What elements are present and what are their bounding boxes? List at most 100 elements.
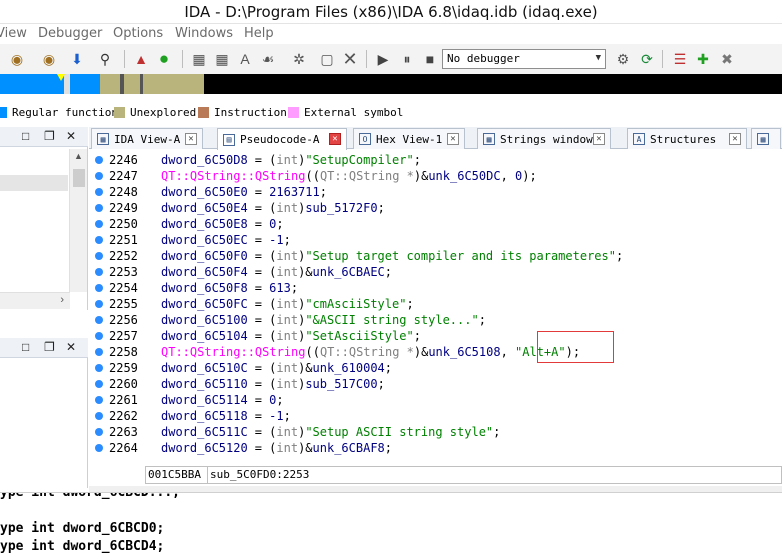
- tab-hex-view-1[interactable]: O Hex View-1 ✕: [353, 128, 465, 149]
- search-next-icon[interactable]: ◉: [40, 50, 58, 68]
- menu-debugger[interactable]: Debugger: [38, 26, 102, 41]
- line-marker-icon: [95, 316, 103, 324]
- code-text: dword_6C50D8 = (int)"SetupCompiler";: [161, 153, 421, 167]
- menu-view[interactable]: View: [0, 26, 27, 41]
- code-line[interactable]: 2253 dword_6C50F4 = (int)&unk_6CBAEC;: [89, 264, 782, 280]
- code-line[interactable]: 2263 dword_6C511C = (int)"Setup ASCII stri…: [89, 424, 782, 440]
- code-text: dword_6C50E4 = (int)sub_5172F0;: [161, 201, 385, 215]
- code-text: dword_6C50E0 = 2163711;: [161, 185, 327, 199]
- line-number: 2258: [109, 345, 138, 359]
- search-text-icon[interactable]: ⚲: [96, 50, 114, 68]
- edit-function-icon[interactable]: ▦: [213, 50, 231, 68]
- debugger-select[interactable]: No debugger ▼: [442, 49, 606, 69]
- line-number: 2263: [109, 425, 138, 439]
- code-text: dword_6C5114 = 0;: [161, 393, 284, 407]
- close-tab-icon[interactable]: ✕: [185, 133, 197, 145]
- chevron-down-icon: ▼: [595, 53, 601, 63]
- output-line: ype int dword_6CBCD4;: [0, 539, 165, 554]
- tab-structures[interactable]: A Structures ✕: [627, 128, 747, 149]
- tab-ida-view-a[interactable]: ▦ IDA View-A ✕: [91, 128, 203, 149]
- binoculars-icon[interactable]: ◉: [8, 50, 26, 68]
- code-line[interactable]: 2255 dword_6C50FC = (int)"cmAsciiStyle";: [89, 296, 782, 312]
- patch-icon[interactable]: ▢: [318, 50, 336, 68]
- close-tab-icon[interactable]: ✕: [447, 133, 459, 145]
- stop-icon[interactable]: ■: [421, 50, 439, 68]
- code-line[interactable]: 2256 dword_6C5100 = (int)"&ASCII string st…: [89, 312, 782, 328]
- line-marker-icon: [95, 444, 103, 452]
- restore-icon[interactable]: □: [22, 340, 29, 354]
- float-icon[interactable]: ❐: [44, 129, 55, 143]
- pseudocode-view[interactable]: 2246 dword_6C50D8 = (int)"SetupCompiler"; 2…: [89, 150, 782, 466]
- tab-pseudocode-a[interactable]: ▤ Pseudocode-A ✕: [217, 128, 347, 150]
- vertical-scrollbar[interactable]: ▲: [69, 149, 87, 292]
- line-marker-icon: [95, 172, 103, 180]
- code-line[interactable]: 2251 dword_6C50EC = -1;: [89, 232, 782, 248]
- restore-icon[interactable]: □: [22, 129, 29, 143]
- refresh-icon[interactable]: ⟳: [638, 50, 656, 68]
- struct-icon[interactable]: ☙: [259, 50, 277, 68]
- code-line[interactable]: 2261 dword_6C5114 = 0;: [89, 392, 782, 408]
- menu-options[interactable]: Options: [113, 26, 163, 41]
- graph-overview-panel: □ ❐ ✕: [0, 338, 88, 488]
- code-line[interactable]: 2260 dword_6C5110 = (int)sub_517C00;: [89, 376, 782, 392]
- code-line[interactable]: 2252 dword_6C50F0 = (int)"Setup target com…: [89, 248, 782, 264]
- text-icon[interactable]: A: [236, 50, 254, 68]
- list-item[interactable]: [0, 175, 68, 191]
- menu-help[interactable]: Help: [244, 26, 274, 41]
- line-marker-icon: [95, 348, 103, 356]
- close-icon[interactable]: ✕: [66, 340, 76, 354]
- output-window[interactable]: ype int dword_6CBCD...; ype int dword_6C…: [0, 492, 782, 557]
- code-line[interactable]: 2262 dword_6C5118 = -1;: [89, 408, 782, 424]
- scroll-up-icon: ▲: [74, 151, 83, 161]
- code-line[interactable]: 2247 QT::QString::QString((QT::QString *)…: [89, 168, 782, 184]
- line-marker-icon: [95, 252, 103, 260]
- settings-icon[interactable]: ✲: [290, 50, 308, 68]
- code-line[interactable]: 2257 dword_6C5104 = (int)"SetAsciiStyle";: [89, 328, 782, 344]
- code-line[interactable]: 2258 QT::QString::QString((QT::QString *)…: [89, 344, 782, 360]
- code-line[interactable]: 2249 dword_6C50E4 = (int)sub_5172F0;: [89, 200, 782, 216]
- code-text: dword_6C50E8 = 0;: [161, 217, 284, 231]
- add-function-icon[interactable]: ▦: [190, 50, 208, 68]
- code-line[interactable]: 2264 dword_6C5120 = (int)&unk_6CBAF8;: [89, 440, 782, 456]
- code-line[interactable]: 2250 dword_6C50E8 = 0;: [89, 216, 782, 232]
- line-number: 2246: [109, 153, 138, 167]
- ida-view-icon: ▦: [97, 133, 109, 145]
- functions-panel: □ ❐ ✕ ▲ ›: [0, 127, 88, 310]
- menu-windows[interactable]: Windows: [175, 26, 233, 41]
- tab-strings-window[interactable]: ▦ Strings window ✕: [477, 128, 611, 149]
- close-icon[interactable]: ✕: [66, 129, 76, 143]
- horizontal-scrollbar[interactable]: ›: [0, 292, 70, 309]
- code-line[interactable]: 2246 dword_6C50D8 = (int)"SetupCompiler";: [89, 152, 782, 168]
- graph-icon[interactable]: ▲: [132, 50, 150, 68]
- debugger-options-icon[interactable]: ⚙: [614, 50, 632, 68]
- status-bar: 001C5BBA sub_5C0FD0:2253: [145, 466, 782, 484]
- line-marker-icon: [95, 156, 103, 164]
- title-bar: IDA - D:\Program Files (x86)\IDA 6.8\ida…: [0, 0, 782, 24]
- float-icon[interactable]: ❐: [44, 340, 55, 354]
- arrow-down-icon[interactable]: ⬇: [68, 50, 86, 68]
- debugger-select-value: No debugger: [447, 52, 520, 65]
- tab-more[interactable]: ▦: [751, 128, 781, 149]
- run-circle-icon[interactable]: ●: [155, 50, 173, 68]
- output-line: ype int dword_6CBCD0;: [0, 521, 165, 536]
- line-marker-icon: [95, 428, 103, 436]
- close-icon[interactable]: ✕: [341, 50, 359, 68]
- code-line[interactable]: 2259 dword_6C510C = (int)&unk_610004;: [89, 360, 782, 376]
- close-tab-icon[interactable]: ✕: [329, 133, 341, 145]
- close-tab-icon[interactable]: ✕: [593, 133, 605, 145]
- navigation-band[interactable]: [0, 74, 782, 94]
- play-icon[interactable]: ▶: [374, 50, 392, 68]
- add-breakpoint-icon[interactable]: ✚: [694, 50, 712, 68]
- code-line[interactable]: 2254 dword_6C50F8 = 613;: [89, 280, 782, 296]
- delete-breakpoint-icon[interactable]: ✖: [718, 50, 736, 68]
- pause-icon[interactable]: ⏸: [398, 50, 416, 68]
- code-line[interactable]: 2248 dword_6C50E0 = 2163711;: [89, 184, 782, 200]
- close-tab-icon[interactable]: ✕: [729, 133, 741, 145]
- status-function: sub_5C0FD0:2253: [210, 468, 310, 481]
- list-icon[interactable]: ☰: [671, 50, 689, 68]
- code-text: dword_6C510C = (int)&unk_610004;: [161, 361, 393, 375]
- line-marker-icon: [95, 204, 103, 212]
- code-text: dword_6C5110 = (int)sub_517C00;: [161, 377, 385, 391]
- toolbar: ◉ ◉ ⬇ ⚲ ▲ ● ▦ ▦ A ☙ ✲ ▢ ✕ ▶ ⏸ ■ ⚙ ⟳ ☰ ✚ …: [0, 44, 782, 74]
- legend-instruction: Instruction: [198, 106, 287, 119]
